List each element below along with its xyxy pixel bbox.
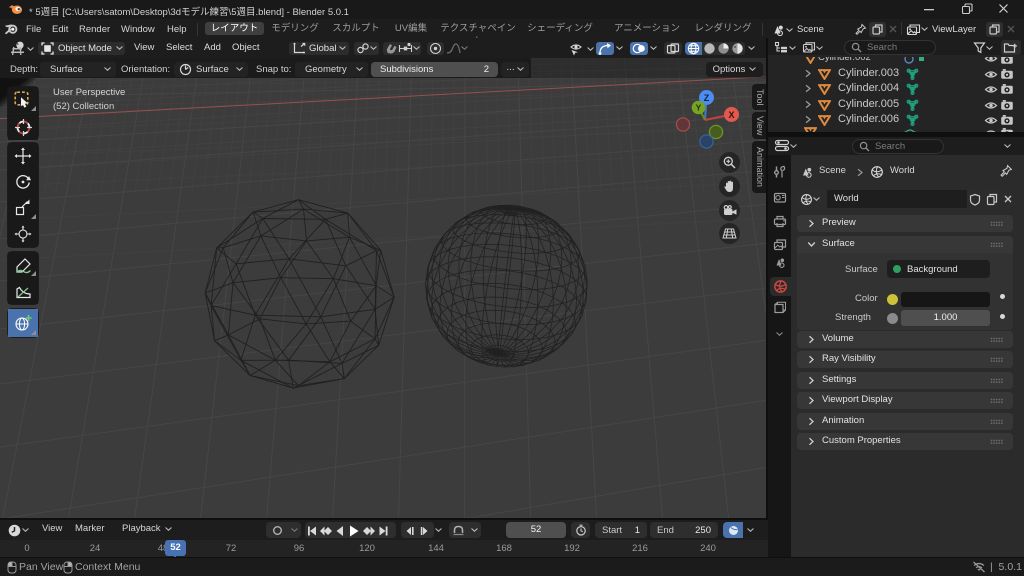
svg-text:Z: Z [704, 93, 710, 103]
svg-text:Y: Y [696, 103, 702, 113]
svg-text:X: X [728, 110, 734, 120]
